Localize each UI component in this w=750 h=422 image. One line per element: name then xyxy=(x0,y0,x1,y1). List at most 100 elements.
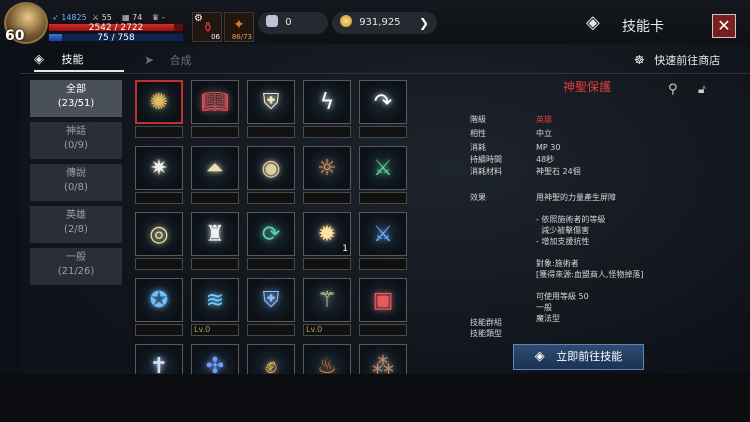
skill-card-frame: ◉ xyxy=(247,146,295,190)
skill-card[interactable]: ♨ xyxy=(303,344,351,374)
category-normal[interactable]: 一般 (21/26) xyxy=(30,248,122,285)
skill-card-frame: ♜ xyxy=(191,212,239,256)
goto-skill-button[interactable]: ◈ 立即前往技能 xyxy=(513,344,644,370)
skill-card-frame: ⁂ xyxy=(359,344,407,374)
skill-card[interactable]: ✝ xyxy=(135,344,183,374)
category-all[interactable]: 全部 (23/51) xyxy=(30,80,122,117)
skill-card[interactable]: ↷ xyxy=(359,80,407,138)
skill-card-frame: ⟳ xyxy=(247,212,295,256)
skill-card[interactable]: ⚚ Lv.0 xyxy=(303,278,351,336)
card-level-label xyxy=(247,192,295,204)
card-level-label xyxy=(303,258,351,270)
detail-row-duration: 持續時間 48秒 xyxy=(470,155,555,164)
skill-card[interactable]: ♜ xyxy=(191,212,239,270)
skill-card-grid: ✺ 📖︎ ⛨ ϟ ↷ ✷ ⏶ ◉ ☼ ⚔ ◎ ♜ ⟳ ✹ 1 ⚔ ✪ ≋ Lv.0 ⛨ ⚚ Lv.0 ▣ ✝ ✣ ✊︎ ♨ ⁂ xyxy=(135,80,415,374)
skill-card[interactable]: ✷ xyxy=(135,146,183,204)
skill-card-frame: ⛨ xyxy=(247,278,295,322)
cross-shield-icon: ⛨ xyxy=(262,287,280,313)
close-button[interactable]: ✕ xyxy=(712,14,736,38)
skill-card-frame: ✊︎ xyxy=(247,344,295,374)
skill-card[interactable]: ≋ Lv.0 xyxy=(191,278,239,336)
skill-card-frame: ✣ xyxy=(191,344,239,374)
skill-card-frame: ⚔ xyxy=(359,146,407,190)
stat-4: ♛ - xyxy=(152,13,165,22)
skill-card-frame: ✝ xyxy=(135,344,183,374)
card-level-label xyxy=(135,192,183,204)
skill-card[interactable]: ▣ xyxy=(359,278,407,336)
effect-description: 用神聖的力量產生屏障 - 依照施術者的等級 減少被擊傷害 - 增加支援抗性 對象… xyxy=(536,193,644,323)
cross-icon: ✝ xyxy=(149,353,169,375)
skill-card-frame: ⏶ xyxy=(191,146,239,190)
effect-label: 效果 xyxy=(470,193,486,202)
shop-link[interactable]: ☸ 快速前往商店 xyxy=(634,48,750,72)
starburst-icon: ✷ xyxy=(149,155,169,181)
skill-card[interactable]: ⁂ xyxy=(359,344,407,374)
dust-icon: ⁂ xyxy=(372,353,394,375)
quick-slot-potion[interactable]: ⚙ ⚱ 06 xyxy=(192,12,222,42)
card-level-label: Lv.0 xyxy=(303,324,351,336)
skill-card[interactable]: ☼ xyxy=(303,146,351,204)
card-level-label xyxy=(359,324,407,336)
skill-card-frame: ▣ xyxy=(359,278,407,322)
player-level: 60 xyxy=(5,28,25,44)
skill-card-frame: ⚔ xyxy=(359,212,407,256)
category-legendary[interactable]: 傳說 (0/8) xyxy=(30,164,122,201)
helmet-icon: ♜ xyxy=(205,221,225,247)
bottom-bar xyxy=(0,374,750,422)
skill-card[interactable]: ϟ xyxy=(303,80,351,138)
cycle-arrows-icon: ⟳ xyxy=(261,221,281,247)
gem-counter: 0 xyxy=(258,12,328,34)
card-level-label xyxy=(359,192,407,204)
card-level-label xyxy=(247,258,295,270)
skill-card[interactable]: ✊︎ xyxy=(247,344,295,374)
quick-slot-scroll[interactable]: ✦ 86/73 xyxy=(224,12,254,42)
skill-card[interactable]: 📖︎ xyxy=(191,80,239,138)
skill-card[interactable]: ◎ xyxy=(135,212,183,270)
skill-card[interactable]: ◉ xyxy=(247,146,295,204)
mp-bar: 75 / 758 xyxy=(48,33,184,43)
skill-card-frame: ⛨ xyxy=(247,80,295,124)
window-title: 技能卡 xyxy=(622,19,664,35)
skill-card-frame: ≋ xyxy=(191,278,239,322)
skill-card[interactable]: ✪ xyxy=(135,278,183,336)
search-icon[interactable]: ⚲ xyxy=(668,82,678,97)
green-sword-icon: ⚔ xyxy=(373,155,393,181)
red-book-icon: ▣ xyxy=(372,287,394,313)
shield-burst-icon: ✺ xyxy=(149,89,169,115)
holy-book-icon: 📖︎ xyxy=(201,89,229,115)
card-level-label xyxy=(191,258,239,270)
tab-skills[interactable]: ◈ 技能 xyxy=(34,48,124,72)
orb-icon: ◎ xyxy=(149,221,169,247)
skill-card[interactable]: ⛨ xyxy=(247,80,295,138)
card-level-label xyxy=(135,324,183,336)
gold-counter: 931,925 ❯ xyxy=(332,12,437,34)
skill-card[interactable]: ⟳ xyxy=(247,212,295,270)
tornado-icon: ≋ xyxy=(205,287,225,313)
skill-group-label: 技能群組 xyxy=(470,318,502,327)
chevron-right-icon[interactable]: ❯ xyxy=(419,12,429,34)
skill-card[interactable]: ⚔ xyxy=(359,146,407,204)
pyramid-icon: ⏶ xyxy=(206,155,224,181)
skill-card[interactable]: ⛨ xyxy=(247,278,295,336)
sword-icon: ➶ xyxy=(52,13,59,22)
mp-text: 75 / 758 xyxy=(97,33,135,43)
shield-icon: ⛨ xyxy=(262,89,280,115)
skill-card-frame: ↷ xyxy=(359,80,407,124)
stat-2: ⚔ 55 xyxy=(92,13,112,22)
tab-synthesis[interactable]: ➤ 合成 xyxy=(144,48,234,72)
skill-card[interactable]: ✹ 1 xyxy=(303,212,351,270)
merchant-icon: ☸ xyxy=(634,53,645,67)
skill-card-frame: ◎ xyxy=(135,212,183,256)
tab-bar: ◈ 技能 ➤ 合成 ☸ 快速前往商店 xyxy=(20,46,750,74)
skill-card[interactable]: ⚔ xyxy=(359,212,407,270)
skill-card[interactable]: ⏶ xyxy=(191,146,239,204)
lock-icon[interactable]: 🔓︎ xyxy=(698,82,706,97)
category-mythic[interactable]: 神話 (0/9) xyxy=(30,122,122,159)
skill-card-frame: 📖︎ xyxy=(191,80,239,124)
skill-card[interactable]: ✺ xyxy=(135,80,183,138)
skill-card-icon: ◈ xyxy=(586,12,600,33)
skill-type-label: 技能類型 xyxy=(470,329,502,338)
skill-card[interactable]: ✣ xyxy=(191,344,239,374)
fire-burst-icon: ✹ xyxy=(317,221,337,247)
category-heroic[interactable]: 英雄 (2/8) xyxy=(30,206,122,243)
